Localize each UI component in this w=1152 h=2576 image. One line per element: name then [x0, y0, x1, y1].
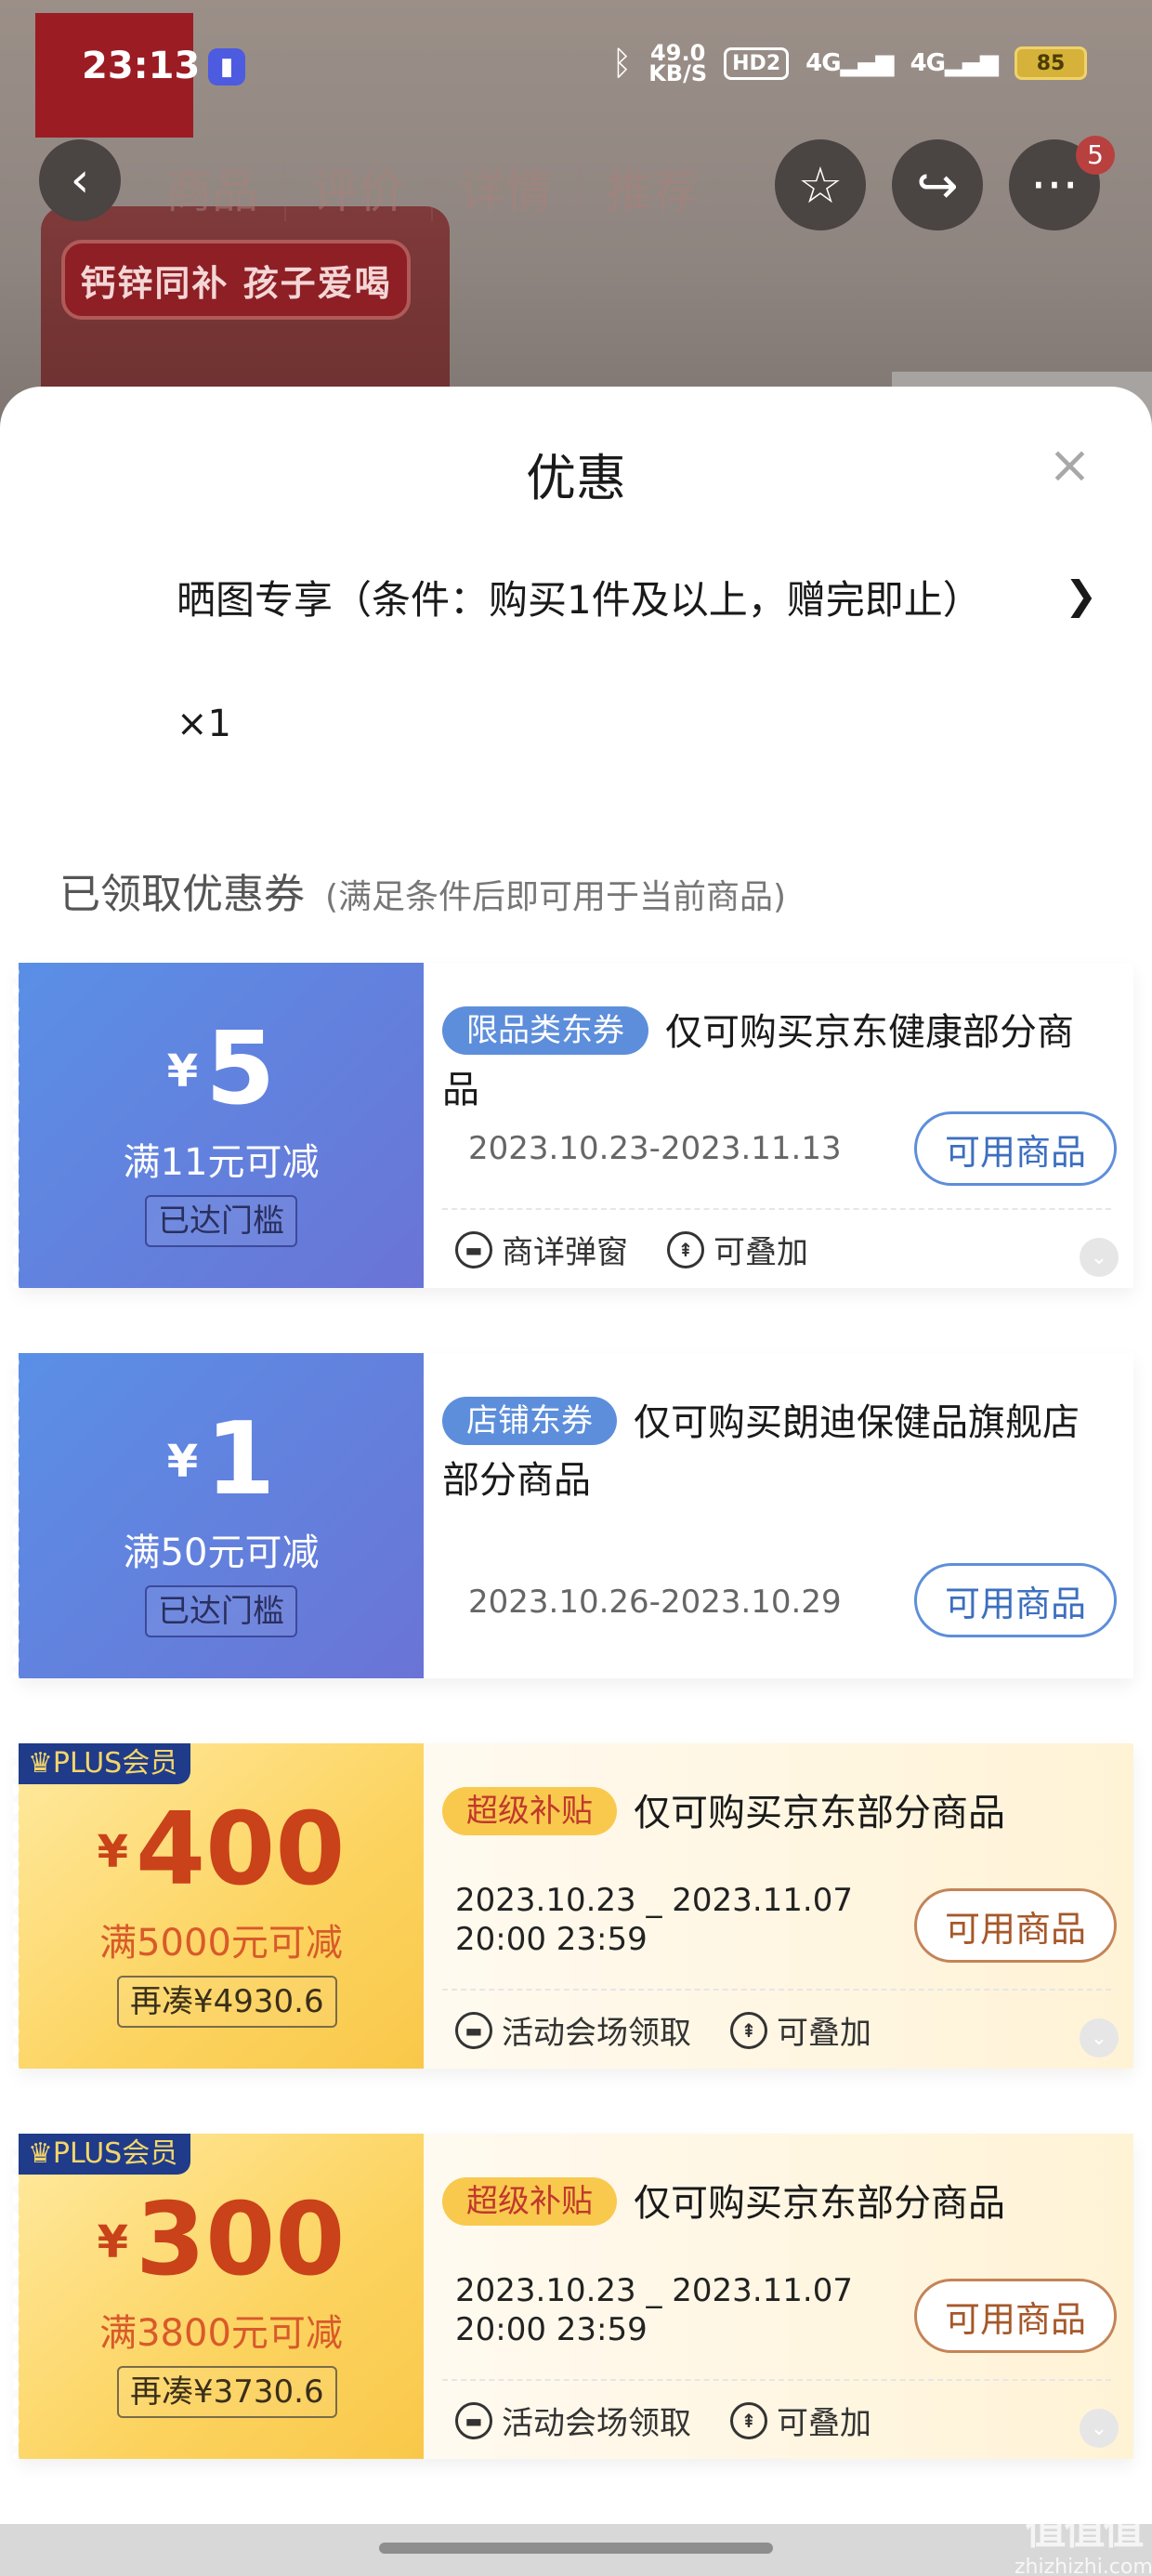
tab-recommend[interactable]: 推荐 [580, 154, 725, 221]
status-time: 23:13 [82, 45, 201, 87]
chevron-down-icon[interactable]: ⌄ [1080, 2409, 1119, 2448]
signal-4g-icon-2: 4G▂▄▆ [910, 49, 999, 77]
coupon-card: ¥1 满50元可减 已达门槛 店铺东券 仅可购买朗迪保健品旗舰店部分商品 2023… [13, 1353, 1133, 1678]
divider [442, 1989, 1111, 1991]
feature-item: ▬ 商详弹窗 [455, 1227, 628, 1272]
battery-icon: 85 [1015, 46, 1087, 80]
watermark: 值值值 zhizhizhi.com [1015, 2506, 1152, 2576]
chevron-left-icon: ‹ [70, 152, 90, 208]
tab-reviews[interactable]: 评价 [286, 154, 433, 221]
coupon-type-label: 店铺东券 [442, 1397, 617, 1445]
chevron-down-icon[interactable]: ⌄ [1080, 1238, 1119, 1277]
signal-4g-icon: 4G▂▄▆ [805, 49, 894, 77]
coupon-amount: 1 [205, 1401, 276, 1518]
product-tabs: 商品 评价 详情 推荐 [139, 154, 725, 221]
venue-icon: ▬ [455, 2401, 492, 2439]
coupon-amount: 300 [135, 2182, 346, 2298]
crown-icon: ♛ [28, 1747, 53, 1780]
coupon-card: ¥5 满11元可减 已达门槛 限品类东券 仅可购买京东健康部分商品 2023.10… [13, 963, 1133, 1288]
coupon-type-label: 超级补贴 [442, 1787, 617, 1835]
gift-promotion-text[interactable]: 晒图专享（条件：购买1件及以上，赠完即止） [177, 572, 994, 628]
coupon-description: 仅可购买京东部分商品 [634, 1792, 1005, 1834]
popup-icon: ▬ [455, 1230, 492, 1268]
hd-icon: HD2 [724, 46, 790, 80]
coupon-value-panel: ¥400 满5000元可减 再凑¥4930.6 [13, 1743, 424, 2069]
stack-icon: ⇞ [667, 1230, 704, 1268]
share-button[interactable]: ↪ [892, 139, 983, 230]
gift-quantity: ×1 [177, 703, 231, 745]
coupon-sheet: 优惠 × 晒图专享（条件：购买1件及以上，赠完即止） ❯ ×1 已领取优惠券 (满… [0, 387, 1152, 2524]
coupon-description: 仅可购买京东部分商品 [634, 2182, 1005, 2225]
coupon-threshold-tag: 已达门槛 [145, 1195, 297, 1247]
coupon-type-label: 超级补贴 [442, 2177, 617, 2226]
coupon-type-label: 限品类东券 [442, 1006, 648, 1055]
coupon-amount: 5 [205, 1011, 276, 1127]
divider [442, 2379, 1111, 2381]
flashlight-icon: ▮ [208, 48, 245, 85]
coupon-value-panel: ¥5 满11元可减 已达门槛 [13, 963, 424, 1288]
coupon-condition: 满50元可减 [123, 1531, 320, 1574]
status-bar: 23:13 ▮ ᛒ 49.0 KB/S HD2 4G▂▄▆ 4G▂▄▆ 85 [0, 0, 1152, 139]
feature-item: ▬ 活动会场领取 [455, 2398, 691, 2443]
home-indicator[interactable] [379, 2543, 773, 2554]
product-pill-text: 钙锌同补 孩子爱喝 [61, 240, 411, 320]
feature-item: ⇞ 可叠加 [730, 2007, 871, 2053]
chevron-down-icon[interactable]: ⌄ [1080, 2018, 1119, 2057]
share-icon: ↪ [916, 155, 959, 215]
bluetooth-icon: ᛒ [611, 44, 633, 83]
coupon-condition: 满5000元可减 [99, 1922, 343, 1965]
coupon-date: 2023.10.23 _ 2023.11.07 20:00 23:59 [455, 1882, 853, 1958]
close-icon: × [1048, 435, 1092, 495]
plus-member-badge: ♛PLUS会员 [19, 1743, 191, 1784]
coupon-card: ♛PLUS会员 ¥300 满3800元可减 再凑¥3730.6 超级补贴 仅可购买… [13, 2134, 1133, 2459]
section-subtitle: (满足条件后即可用于当前商品) [325, 878, 787, 916]
notification-badge: 5 [1076, 136, 1115, 175]
coupon-card: ♛PLUS会员 ¥400 满5000元可减 再凑¥4930.6 超级补贴 仅可购买… [13, 1743, 1133, 2069]
available-products-button[interactable]: 可用商品 [914, 2279, 1117, 2353]
coupon-value-panel: ¥1 满50元可减 已达门槛 [13, 1353, 424, 1678]
feature-item: ▬ 活动会场领取 [455, 2007, 691, 2053]
coupon-date: 2023.10.23 _ 2023.11.07 20:00 23:59 [455, 2272, 853, 2348]
coupon-amount: 400 [135, 1792, 346, 1908]
more-icon: ··· [1030, 155, 1079, 215]
venue-icon: ▬ [455, 2011, 492, 2049]
stack-icon: ⇞ [730, 2011, 767, 2049]
favorite-button[interactable]: ☆ [775, 139, 866, 230]
available-products-button[interactable]: 可用商品 [914, 1888, 1117, 1963]
close-button[interactable]: × [1048, 435, 1092, 495]
coupon-threshold-tag: 再凑¥3730.6 [117, 2366, 337, 2418]
feature-item: ⇞ 可叠加 [730, 2398, 871, 2443]
tab-details[interactable]: 详情 [433, 154, 580, 221]
available-products-button[interactable]: 可用商品 [914, 1563, 1117, 1637]
crown-icon: ♛ [28, 2137, 53, 2170]
coupon-condition: 满3800元可减 [99, 2312, 343, 2355]
coupon-value-panel: ¥300 满3800元可减 再凑¥3730.6 [13, 2134, 424, 2459]
coupon-condition: 满11元可减 [123, 1141, 320, 1184]
coupon-date: 2023.10.26-2023.10.29 [468, 1584, 842, 1621]
star-icon: ☆ [797, 155, 844, 215]
coupon-threshold-tag: 已达门槛 [145, 1585, 297, 1637]
chevron-right-icon[interactable]: ❯ [1065, 572, 1097, 618]
sheet-title: 优惠 [526, 449, 626, 507]
divider [442, 1208, 1111, 1210]
available-products-button[interactable]: 可用商品 [914, 1111, 1117, 1186]
stack-icon: ⇞ [730, 2401, 767, 2439]
coupon-threshold-tag: 再凑¥4930.6 [117, 1976, 337, 2028]
tab-product[interactable]: 商品 [139, 154, 286, 221]
network-speed: 49.0 KB/S [648, 40, 708, 86]
plus-member-badge: ♛PLUS会员 [19, 2134, 191, 2175]
back-button[interactable]: ‹ [39, 139, 121, 221]
feature-item: ⇞ 可叠加 [667, 1227, 808, 1272]
coupon-date: 2023.10.23-2023.11.13 [468, 1130, 842, 1167]
section-title: 已领取优惠券 (满足条件后即可用于当前商品) [59, 871, 787, 918]
